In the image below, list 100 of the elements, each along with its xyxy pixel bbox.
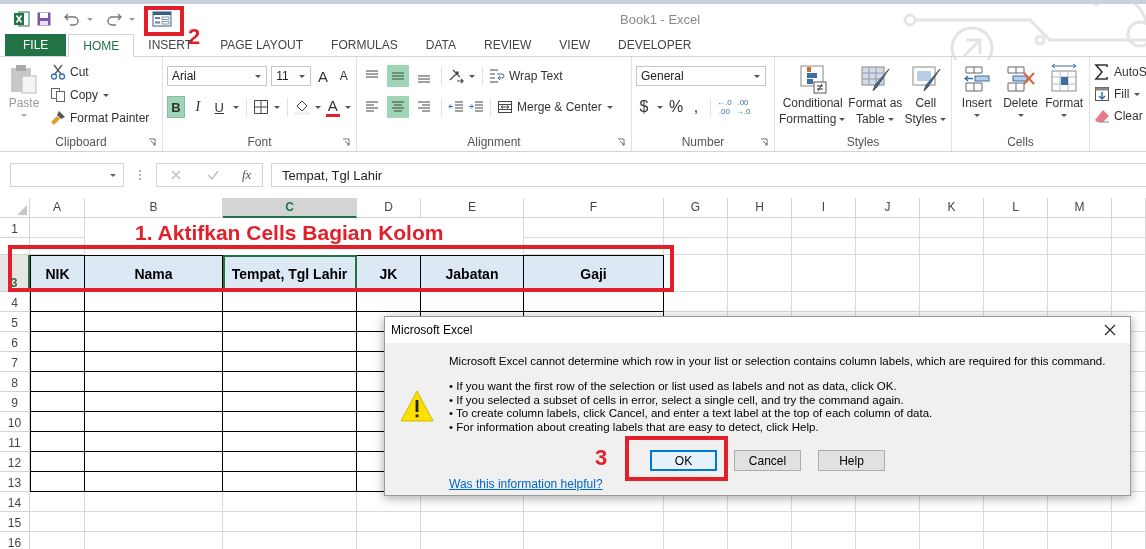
cells-button[interactable]: Delete <box>999 63 1042 133</box>
font-style-button[interactable]: B <box>167 96 185 118</box>
currency-button[interactable]: $ <box>636 98 652 116</box>
caret-icon[interactable] <box>468 72 476 80</box>
cells-button[interactable]: Insert <box>956 63 998 133</box>
column-header[interactable]: J <box>856 198 920 218</box>
grid-cell[interactable] <box>223 372 357 392</box>
select-all-icon[interactable] <box>17 205 27 215</box>
grid-cell[interactable] <box>85 312 223 332</box>
ribbon-tab[interactable]: FORMULAS <box>317 34 412 56</box>
row-header[interactable]: 4 <box>0 292 30 312</box>
column-header[interactable]: C <box>223 198 357 218</box>
row-header[interactable]: 6 <box>0 332 30 352</box>
grid-cell[interactable] <box>30 432 85 452</box>
row-header[interactable]: 1 <box>0 218 30 238</box>
editing-button[interactable]: Fill <box>1094 85 1146 103</box>
copy-button[interactable]: Copy <box>50 86 150 104</box>
grid-cell[interactable] <box>223 432 357 452</box>
wrap-text-button[interactable]: Wrap Text <box>489 67 563 85</box>
comma-style-button[interactable]: , <box>688 98 704 116</box>
grid-cell[interactable] <box>223 472 357 492</box>
grid-cell[interactable] <box>85 292 223 312</box>
formula-field[interactable]: Tempat, Tgl Lahir <box>271 163 1146 187</box>
grid-cell[interactable] <box>30 372 85 392</box>
fill-bucket-icon[interactable] <box>293 99 310 115</box>
grid-cell[interactable] <box>85 372 223 392</box>
grid-cell[interactable] <box>85 452 223 472</box>
grid-cell[interactable] <box>223 392 357 412</box>
dialog-button[interactable]: OK <box>650 450 717 472</box>
dialog-launcher-icon[interactable] <box>342 138 350 146</box>
row-header[interactable]: 16 <box>0 532 30 549</box>
borders-icon[interactable] <box>252 99 269 115</box>
decimal-button[interactable]: ←.0 .00 <box>717 98 732 116</box>
row-header[interactable]: 14 <box>0 492 30 512</box>
dialog-launcher-icon[interactable] <box>148 138 156 146</box>
grid-cell[interactable] <box>30 292 85 312</box>
column-header[interactable]: A <box>30 198 85 218</box>
row-header[interactable]: 15 <box>0 512 30 532</box>
form-icon[interactable] <box>152 11 172 27</box>
column-header[interactable]: L <box>984 198 1048 218</box>
percent-button[interactable]: % <box>668 98 684 116</box>
column-header[interactable]: I <box>792 198 856 218</box>
column-header[interactable]: G <box>664 198 728 218</box>
grid-cell[interactable] <box>223 332 357 352</box>
help-link[interactable]: Was this information helpful? <box>449 477 603 491</box>
style-button[interactable]: Cell Styles <box>904 63 948 133</box>
grid-cell[interactable] <box>85 352 223 372</box>
increase-indent-icon[interactable] <box>468 99 484 115</box>
grid-cell[interactable] <box>421 292 524 312</box>
decrease-font-button[interactable]: A <box>335 69 352 83</box>
font-style-button[interactable]: U <box>210 96 229 118</box>
row-header[interactable]: 9 <box>0 392 30 412</box>
grid-cell[interactable] <box>30 312 85 332</box>
row-header[interactable]: 7 <box>0 352 30 372</box>
grid-cell[interactable] <box>30 392 85 412</box>
align-button[interactable] <box>387 96 409 118</box>
insert-function-button[interactable]: fx <box>242 167 252 183</box>
row-header[interactable]: 10 <box>0 412 30 432</box>
grid-cell[interactable] <box>223 312 357 332</box>
cut-button[interactable]: Cut <box>50 63 150 81</box>
decimal-button[interactable]: .00 →.0 <box>735 98 751 116</box>
ribbon-tab[interactable]: HOME <box>68 34 135 57</box>
increase-font-button[interactable]: A <box>314 67 332 85</box>
row-header[interactable]: 12 <box>0 452 30 472</box>
style-button[interactable]: Format as Table <box>848 63 903 133</box>
ribbon-tab[interactable]: PAGE LAYOUT <box>206 34 318 56</box>
grid-cell[interactable] <box>30 412 85 432</box>
column-header[interactable]: H <box>728 198 792 218</box>
row-header[interactable]: 5 <box>0 312 30 332</box>
number-format-dropdown[interactable]: General <box>636 66 766 86</box>
dialog-launcher-icon[interactable] <box>617 138 625 146</box>
column-header[interactable]: E <box>421 198 524 218</box>
grid-cell[interactable] <box>30 352 85 372</box>
ribbon-tab[interactable]: DEVELOPER <box>604 34 706 56</box>
style-button[interactable]: Conditional Formatting <box>779 63 847 133</box>
name-box[interactable] <box>10 163 124 187</box>
grid-cell[interactable] <box>85 392 223 412</box>
align-button[interactable] <box>387 65 409 87</box>
grid-cell[interactable] <box>85 412 223 432</box>
grid-cell[interactable] <box>223 352 357 372</box>
grid-cell[interactable] <box>524 292 664 312</box>
grid-cell[interactable] <box>223 452 357 472</box>
ribbon-tab[interactable]: FILE <box>5 34 67 56</box>
grid-cell[interactable] <box>223 412 357 432</box>
grid-cell[interactable] <box>85 472 223 492</box>
merge-center-button[interactable]: Merge & Center <box>497 98 614 116</box>
grid-cell[interactable] <box>223 292 357 312</box>
orientation-icon[interactable] <box>448 68 464 84</box>
dialog-button[interactable]: Cancel <box>734 450 801 472</box>
grid-cell[interactable] <box>85 332 223 352</box>
cells-button[interactable]: Format <box>1043 63 1085 133</box>
caret-icon[interactable] <box>232 103 241 111</box>
row-header[interactable]: 13 <box>0 472 30 492</box>
format-painter-button[interactable]: Format Painter <box>50 109 150 127</box>
font-style-button[interactable]: I <box>188 96 207 118</box>
grid-cell[interactable] <box>30 472 85 492</box>
ribbon-tab[interactable]: DATA <box>411 34 470 56</box>
column-header[interactable]: F <box>524 198 664 218</box>
editing-button[interactable]: AutoS <box>1094 63 1146 81</box>
grid-cell[interactable] <box>85 432 223 452</box>
